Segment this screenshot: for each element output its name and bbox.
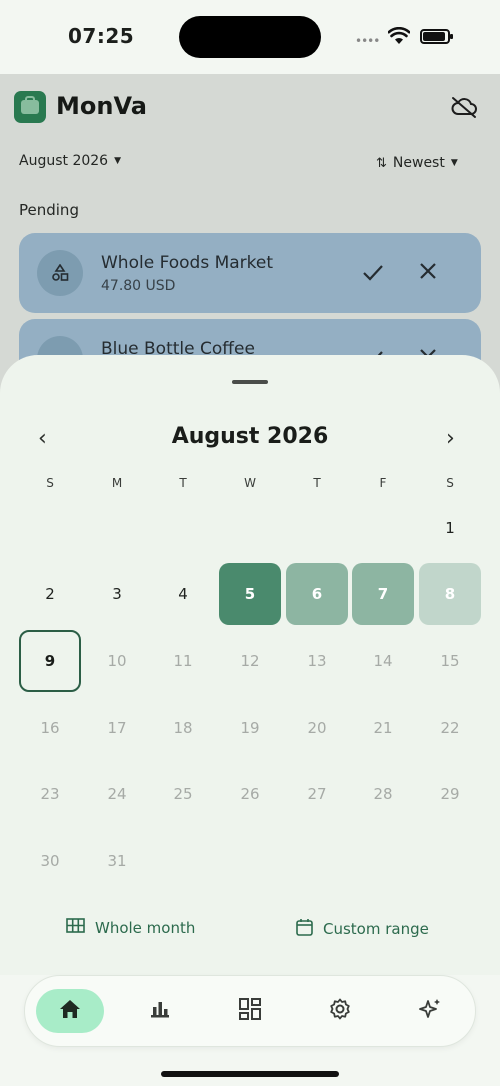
calendar-day: 25 xyxy=(173,785,193,803)
drag-handle[interactable] xyxy=(232,380,268,384)
settings-icon xyxy=(329,998,351,1024)
calendar-day: 12 xyxy=(240,652,260,670)
weekday-label: W xyxy=(244,476,256,490)
calendar-day: 20 xyxy=(307,719,327,737)
calendar-day: 15 xyxy=(440,652,460,670)
calendar-day: 26 xyxy=(240,785,260,803)
weekday-label: T xyxy=(313,476,321,490)
weekday-label: F xyxy=(379,476,387,490)
battery-icon xyxy=(420,29,453,44)
wifi-icon xyxy=(387,26,411,49)
home-indicator xyxy=(161,1071,339,1077)
calendar-day[interactable]: 1 xyxy=(419,497,481,559)
bottom-nav xyxy=(24,975,476,1047)
calendar-day: 10 xyxy=(107,652,127,670)
calendar-day[interactable]: 3 xyxy=(86,563,148,625)
weekday-label: S xyxy=(446,476,454,490)
calendar-title: August 2026 xyxy=(171,424,329,449)
status-time: 07:25 xyxy=(68,24,135,48)
calendar-day: 29 xyxy=(440,785,460,803)
calendar-day: 22 xyxy=(440,719,460,737)
calendar-day: 19 xyxy=(240,719,260,737)
calendar-day: 24 xyxy=(107,785,127,803)
calendar-day: 27 xyxy=(307,785,327,803)
nav-ai[interactable] xyxy=(396,989,464,1033)
nav-stats[interactable] xyxy=(126,989,194,1033)
sparkles-icon xyxy=(418,997,442,1025)
dashboard-icon xyxy=(239,998,261,1024)
calendar-day: 28 xyxy=(373,785,393,803)
calendar-day[interactable]: 9 xyxy=(19,630,81,692)
custom-range-button[interactable]: Custom range xyxy=(296,918,429,940)
nav-dashboard[interactable] xyxy=(216,989,284,1033)
calendar-day: 16 xyxy=(40,719,60,737)
status-bar: 07:25 •••• xyxy=(0,0,500,74)
dynamic-island xyxy=(179,16,321,58)
signal-icon: •••• xyxy=(355,34,380,48)
weekday-label: M xyxy=(111,476,123,490)
calendar-day: 31 xyxy=(107,852,127,870)
chart-icon xyxy=(150,999,170,1023)
calendar-day: 23 xyxy=(40,785,60,803)
calendar-day: 11 xyxy=(173,652,193,670)
calendar-day: 17 xyxy=(107,719,127,737)
nav-settings[interactable] xyxy=(306,989,374,1033)
grid-icon xyxy=(66,918,85,937)
calendar-day[interactable]: 4 xyxy=(152,563,214,625)
whole-month-button[interactable]: Whole month xyxy=(66,918,195,937)
weekday-label: S xyxy=(46,476,54,490)
custom-range-label: Custom range xyxy=(323,920,429,938)
calendar-day[interactable]: 5 xyxy=(219,563,281,625)
calendar-day[interactable]: 6 xyxy=(286,563,348,625)
nav-home[interactable] xyxy=(36,989,104,1033)
chevron-right-icon[interactable]: › xyxy=(446,426,455,451)
calendar-day[interactable]: 8 xyxy=(419,563,481,625)
calendar-day: 30 xyxy=(40,852,60,870)
weekday-label: T xyxy=(179,476,187,490)
calendar-day: 13 xyxy=(307,652,327,670)
calendar-day: 14 xyxy=(373,652,393,670)
calendar-day[interactable]: 2 xyxy=(19,563,81,625)
home-icon xyxy=(59,999,81,1023)
calendar-day[interactable]: 7 xyxy=(352,563,414,625)
calendar-icon xyxy=(296,918,313,940)
calendar-day: 18 xyxy=(173,719,193,737)
calendar-day: 21 xyxy=(373,719,393,737)
whole-month-label: Whole month xyxy=(95,918,196,937)
